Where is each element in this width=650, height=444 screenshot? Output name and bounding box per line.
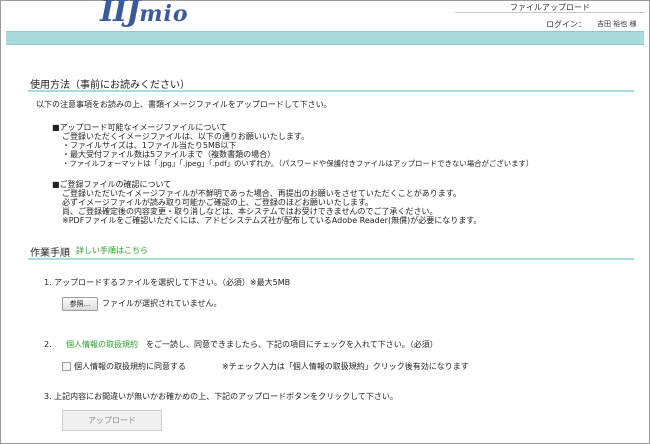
detailed-steps-link[interactable]: 詳しい手順はこちら [76,246,148,256]
browse-file-button[interactable]: 参照... [62,297,98,311]
privacy-policy-link[interactable]: 個人情報の取扱規約 [66,340,138,350]
privacy-consent-checkbox[interactable] [62,362,71,371]
upload-button[interactable]: アップロード [62,410,162,431]
logo-sub: mio [139,1,189,27]
step1-instruction: 1. アップロードするファイルを選択して下さい。（必須）※最大5MB [44,278,291,287]
file-check-line: ※PDFファイルをご確認いただくには、アドビシステムズ社が配布しているAdobe… [62,216,482,225]
login-user-name: 吉田 裕也 様 [597,20,637,28]
privacy-consent-label: 個人情報の取扱規約に同意する [74,362,186,371]
step2-number: 2. [44,340,52,349]
usage-section-title: 使用方法（事前にお読みください） [30,80,190,91]
logo-main: IIJ [100,0,140,29]
steps-section-title: 作業手順 [30,248,70,259]
step3-instruction: 3. 上記内容にお間違いが無いかお確かめの上、下記のアップロードボタンをクリック… [44,392,398,401]
usage-intro: 以下の注意事項をお読みの上、書類イメージファイルをアップロードして下さい。 [36,100,332,109]
file-requirements-line: ・ファイルフォーマットは「.jpg」「.jpeg」「.pdf」のいずれか。（パス… [62,159,534,168]
header-accent-band [6,31,644,45]
usage-section-divider [28,90,634,92]
no-file-selected-text: ファイルが選択されていません。 [102,299,222,308]
title-divider [455,12,645,13]
step2-instruction: をご一読し、同意できましたら、下記の項目にチェックを入れて下さい。（必須） [146,340,438,349]
checkbox-note: ※チェック入力は「個人情報の取扱規約」クリック後有効になります [222,362,469,371]
login-label: ログイン： [546,20,586,29]
steps-section-divider [28,258,634,260]
iijmio-logo: IIJmio [100,0,189,29]
